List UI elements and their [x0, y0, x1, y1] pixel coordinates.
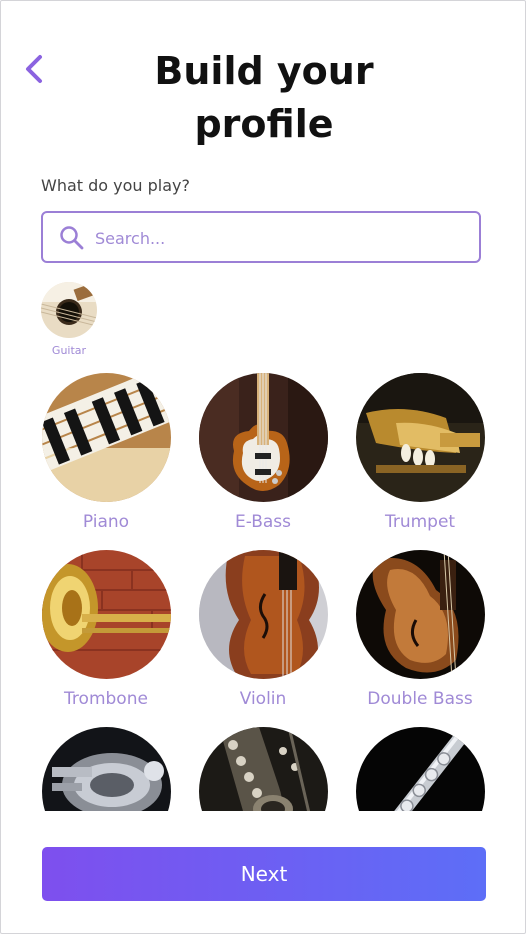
instrument-label: Double Bass [367, 689, 473, 709]
instrument-label: Piano [82, 512, 130, 532]
search-box[interactable] [41, 211, 481, 263]
instrument-tuba[interactable] [31, 727, 181, 811]
piano-image [41, 373, 171, 502]
instrument-trombone[interactable]: Trombone [31, 550, 181, 709]
instrument-double-bass[interactable]: Double Bass [345, 550, 495, 709]
selected-instrument-label: Guitar [51, 344, 87, 357]
instrument-flute[interactable] [345, 727, 495, 811]
instrument-trumpet[interactable]: Trumpet [345, 373, 495, 532]
app-screen: Build your profile What do you play? Gui… [0, 0, 526, 934]
tuba-image [41, 727, 171, 811]
search-icon [60, 226, 84, 250]
instrument-label: Violin [239, 689, 287, 709]
double-bass-image [355, 550, 485, 679]
e-bass-image [198, 373, 328, 502]
page-title: Build your profile [154, 49, 374, 146]
instrument-e-bass[interactable]: E-Bass [188, 373, 338, 532]
back-button[interactable] [21, 53, 49, 85]
violin-image [198, 550, 328, 679]
guitar-thumbnail [41, 282, 97, 338]
instrument-grid: Piano E-Bass Trumpet Trombone Violin Dou… [1, 369, 525, 811]
saxophone-image [198, 727, 328, 811]
instrument-label: E-Bass [234, 512, 292, 532]
instrument-label: Trombone [64, 689, 148, 709]
trombone-image [41, 550, 171, 679]
trumpet-image [355, 373, 485, 502]
instrument-violin[interactable]: Violin [188, 550, 338, 709]
flute-image [355, 727, 485, 811]
selected-instrument[interactable]: Guitar [41, 282, 97, 357]
instrument-saxophone[interactable] [188, 727, 338, 811]
search-input[interactable] [93, 213, 467, 263]
chevron-left-icon [26, 55, 42, 83]
next-button[interactable]: Next [42, 847, 486, 901]
instrument-piano[interactable]: Piano [31, 373, 181, 532]
instrument-label: Trumpet [384, 512, 456, 532]
instrument-prompt: What do you play? [41, 176, 191, 195]
